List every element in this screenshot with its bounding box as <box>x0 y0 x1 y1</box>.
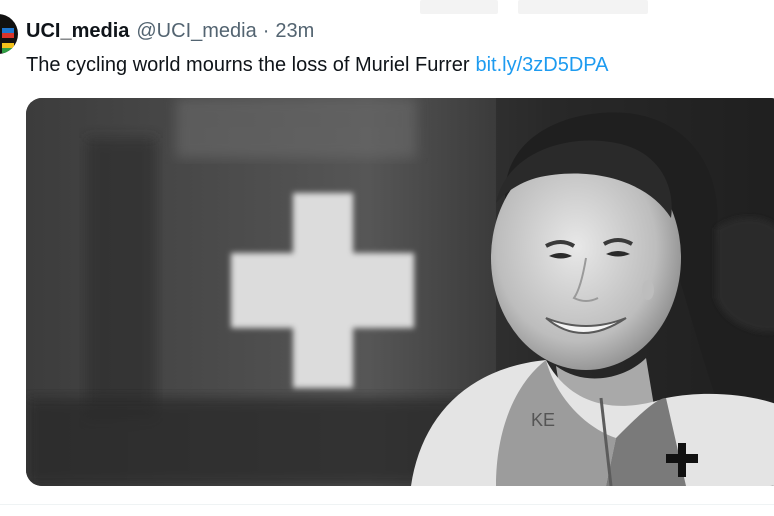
tweet-header: UCI_media @UCI_media · 23m <box>26 18 314 44</box>
tweet-body: The cycling world mourns the loss of Mur… <box>26 51 609 79</box>
tweet-text: The cycling world mourns the loss of Mur… <box>26 54 470 76</box>
separator-dot: · <box>262 20 270 42</box>
tweet-media-photo[interactable]: KE <box>26 98 774 486</box>
avatar[interactable] <box>0 14 18 54</box>
display-name[interactable]: UCI_media <box>26 18 129 44</box>
svg-text:KE: KE <box>531 410 555 430</box>
user-handle[interactable]: @UCI_media <box>136 18 256 44</box>
timestamp[interactable]: 23m <box>275 18 314 44</box>
tweet-screenshot: UCI_media @UCI_media · 23m The cycling w… <box>0 0 774 516</box>
photo-illustration: KE <box>26 98 774 486</box>
divider <box>0 504 774 505</box>
tweet-link[interactable]: bit.ly/3zD5DPA <box>475 54 608 76</box>
top-toolbar-remnant <box>420 0 650 14</box>
